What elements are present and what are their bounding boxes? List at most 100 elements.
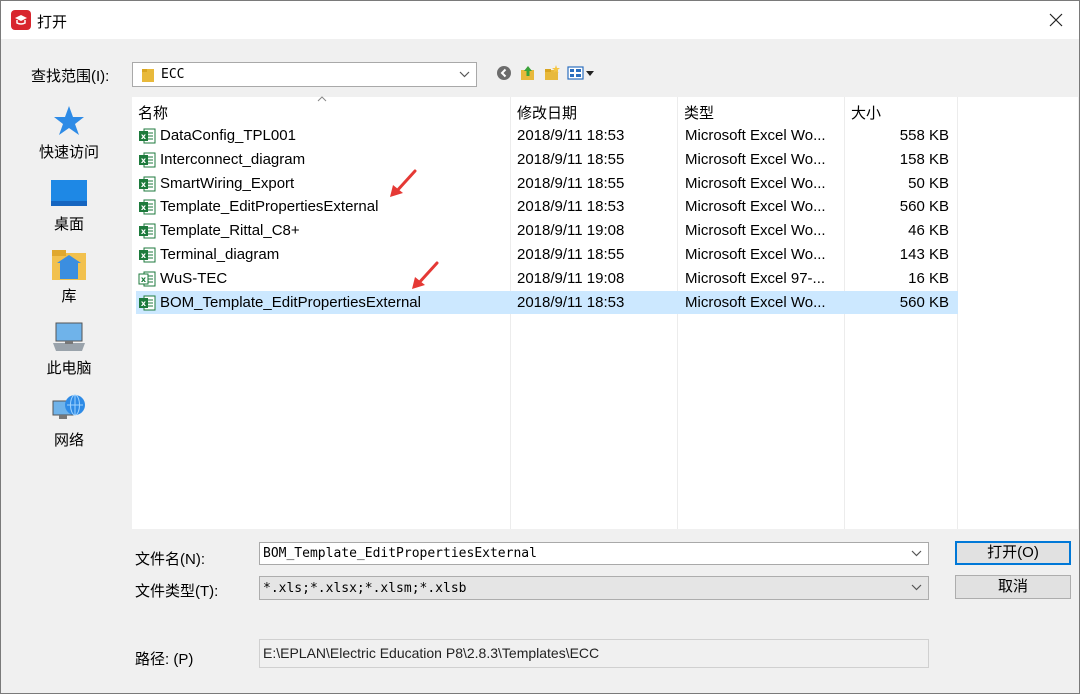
file-name-cell: Interconnect_diagram [160,150,306,168]
column-header-date[interactable]: 修改日期 [517,102,577,123]
network-icon [52,394,85,419]
file-row[interactable]: x Template_Rittal_C8+ 2018/9/11 19:08 Micro… [136,219,958,242]
file-name-cell: SmartWiring_Export [160,174,295,192]
file-date-cell: 2018/9/11 18:53 [517,127,625,144]
file-type-value: *.xls;*.xlsx;*.xlsm;*.xlsb [263,581,467,596]
library-icon [52,250,86,280]
file-name-input[interactable]: BOM_Template_EditPropertiesExternal [259,542,929,565]
place-library[interactable]: 库 [13,247,125,315]
svg-text:x: x [141,275,147,284]
place-desktop[interactable]: 桌面 [13,175,125,243]
file-size-cell: 46 KB [908,222,949,240]
view-menu-icon[interactable] [567,64,595,82]
file-size-cell: 560 KB [899,293,949,311]
file-type-cell: Microsoft Excel Wo... [685,198,826,216]
file-row[interactable]: x SmartWiring_Export 2018/9/11 18:55 Micros… [136,172,958,195]
look-in-dropdown[interactable]: ECC [132,62,477,87]
excel-file-icon: x [138,175,156,197]
excel-file-icon: x [138,222,156,244]
svg-text:x: x [141,203,147,212]
file-name-cell: DataConfig_TPL001 [160,127,296,144]
file-row[interactable]: x Interconnect_diagram 2018/9/11 18:55 Micr… [136,148,958,171]
close-icon [1049,13,1063,27]
title-bar: 打开 [1,1,1079,39]
column-header-name[interactable]: 名称 [138,102,168,123]
file-date-cell: 2018/9/11 18:53 [517,293,625,311]
cancel-button[interactable]: 取消 [955,575,1071,599]
file-row[interactable]: x Terminal_diagram 2018/9/11 18:55 Microsof… [136,243,958,266]
file-name-cell: Template_Rittal_C8+ [160,222,300,240]
app-icon [11,10,31,30]
computer-icon [53,322,85,351]
file-name-cell: Template_EditPropertiesExternal [160,198,379,216]
file-date-cell: 2018/9/11 19:08 [517,222,625,240]
place-label: 快速访问 [38,144,99,161]
sort-ascending-icon [317,96,327,102]
place-label: 网络 [53,432,84,449]
chevron-down-icon [911,584,922,591]
place-network[interactable]: 网络 [13,391,125,459]
file-type-dropdown[interactable]: *.xls;*.xlsx;*.xlsm;*.xlsb [259,576,929,600]
file-row[interactable]: x DataConfig_TPL001 2018/9/11 18:53 Microso… [136,124,958,147]
file-type-cell: Microsoft Excel Wo... [685,174,826,192]
back-icon[interactable] [495,64,513,82]
dialog-title: 打开 [37,14,68,31]
place-this-pc[interactable]: 此电脑 [13,319,125,387]
new-folder-icon[interactable] [543,64,561,82]
file-size-cell: 143 KB [899,246,949,263]
file-date-cell: 2018/9/11 18:53 [517,198,625,216]
excel-file-icon: x [138,127,156,149]
excel-file-icon: x [138,270,156,292]
file-size-cell: 50 KB [908,174,949,192]
excel-file-icon: x [138,294,156,316]
file-list[interactable]: 名称 修改日期 类型 大小 x DataConfig_TPL001 2018/9/1… [132,96,1078,529]
file-name-cell: Terminal_diagram [160,246,280,263]
place-label: 此电脑 [46,360,92,377]
chevron-down-icon[interactable] [911,550,922,557]
file-row[interactable]: x WuS-TEC 2018/9/11 19:08 Microsoft Excel 9… [136,267,958,290]
file-type-cell: Microsoft Excel Wo... [685,293,826,311]
file-type-cell: Microsoft Excel Wo... [685,150,826,168]
excel-file-icon: x [138,151,156,173]
look-in-value: ECC [161,67,185,82]
column-header-size[interactable]: 大小 [851,102,881,123]
file-type-cell: Microsoft Excel Wo... [685,127,826,144]
place-quick-access[interactable]: 快速访问 [13,103,125,171]
file-type-cell: Microsoft Excel 97-... [685,269,826,287]
close-button[interactable] [1033,1,1079,39]
open-button[interactable]: 打开(O) [955,541,1071,565]
svg-text:x: x [141,251,147,260]
column-header-row: 名称 修改日期 类型 大小 [132,96,958,123]
place-label: 桌面 [53,216,84,233]
file-name-value: BOM_Template_EditPropertiesExternal [263,546,537,561]
file-name-label: 文件名(N): [135,551,205,568]
file-date-cell: 2018/9/11 19:08 [517,269,625,287]
svg-text:x: x [141,227,147,236]
path-field[interactable]: E:\EPLAN\Electric Education P8\2.8.3\Tem… [259,639,929,668]
file-row[interactable]: x BOM_Template_EditPropertiesExternal 2018… [136,290,958,316]
excel-file-icon: x [138,198,156,220]
file-type-cell: Microsoft Excel Wo... [685,246,826,263]
file-date-cell: 2018/9/11 18:55 [517,246,625,263]
star-icon [54,106,84,135]
file-date-cell: 2018/9/11 18:55 [517,174,625,192]
desktop-icon [51,180,87,206]
file-size-cell: 16 KB [908,269,949,287]
navigation-toolbar [495,64,595,82]
file-row[interactable]: x Template_EditPropertiesExternal 2018/9/1… [136,195,958,218]
look-in-label: 查找范围(I): [31,68,110,85]
svg-text:x: x [141,299,147,308]
svg-text:x: x [141,156,147,165]
svg-text:x: x [141,180,147,189]
file-date-cell: 2018/9/11 18:55 [517,150,625,168]
open-file-dialog: 打开 查找范围(I): ECC 快速访问 桌面 库 此电脑 网络 名称 修改日期… [0,0,1080,694]
up-folder-icon[interactable] [519,64,537,82]
places-bar: 快速访问 桌面 库 此电脑 网络 [13,91,125,621]
file-type-cell: Microsoft Excel Wo... [685,222,826,240]
column-header-type[interactable]: 类型 [684,102,714,123]
place-label: 库 [61,288,77,305]
excel-file-icon: x [138,246,156,268]
folder-icon [142,69,154,82]
file-size-cell: 158 KB [899,150,949,168]
svg-text:x: x [141,132,147,141]
